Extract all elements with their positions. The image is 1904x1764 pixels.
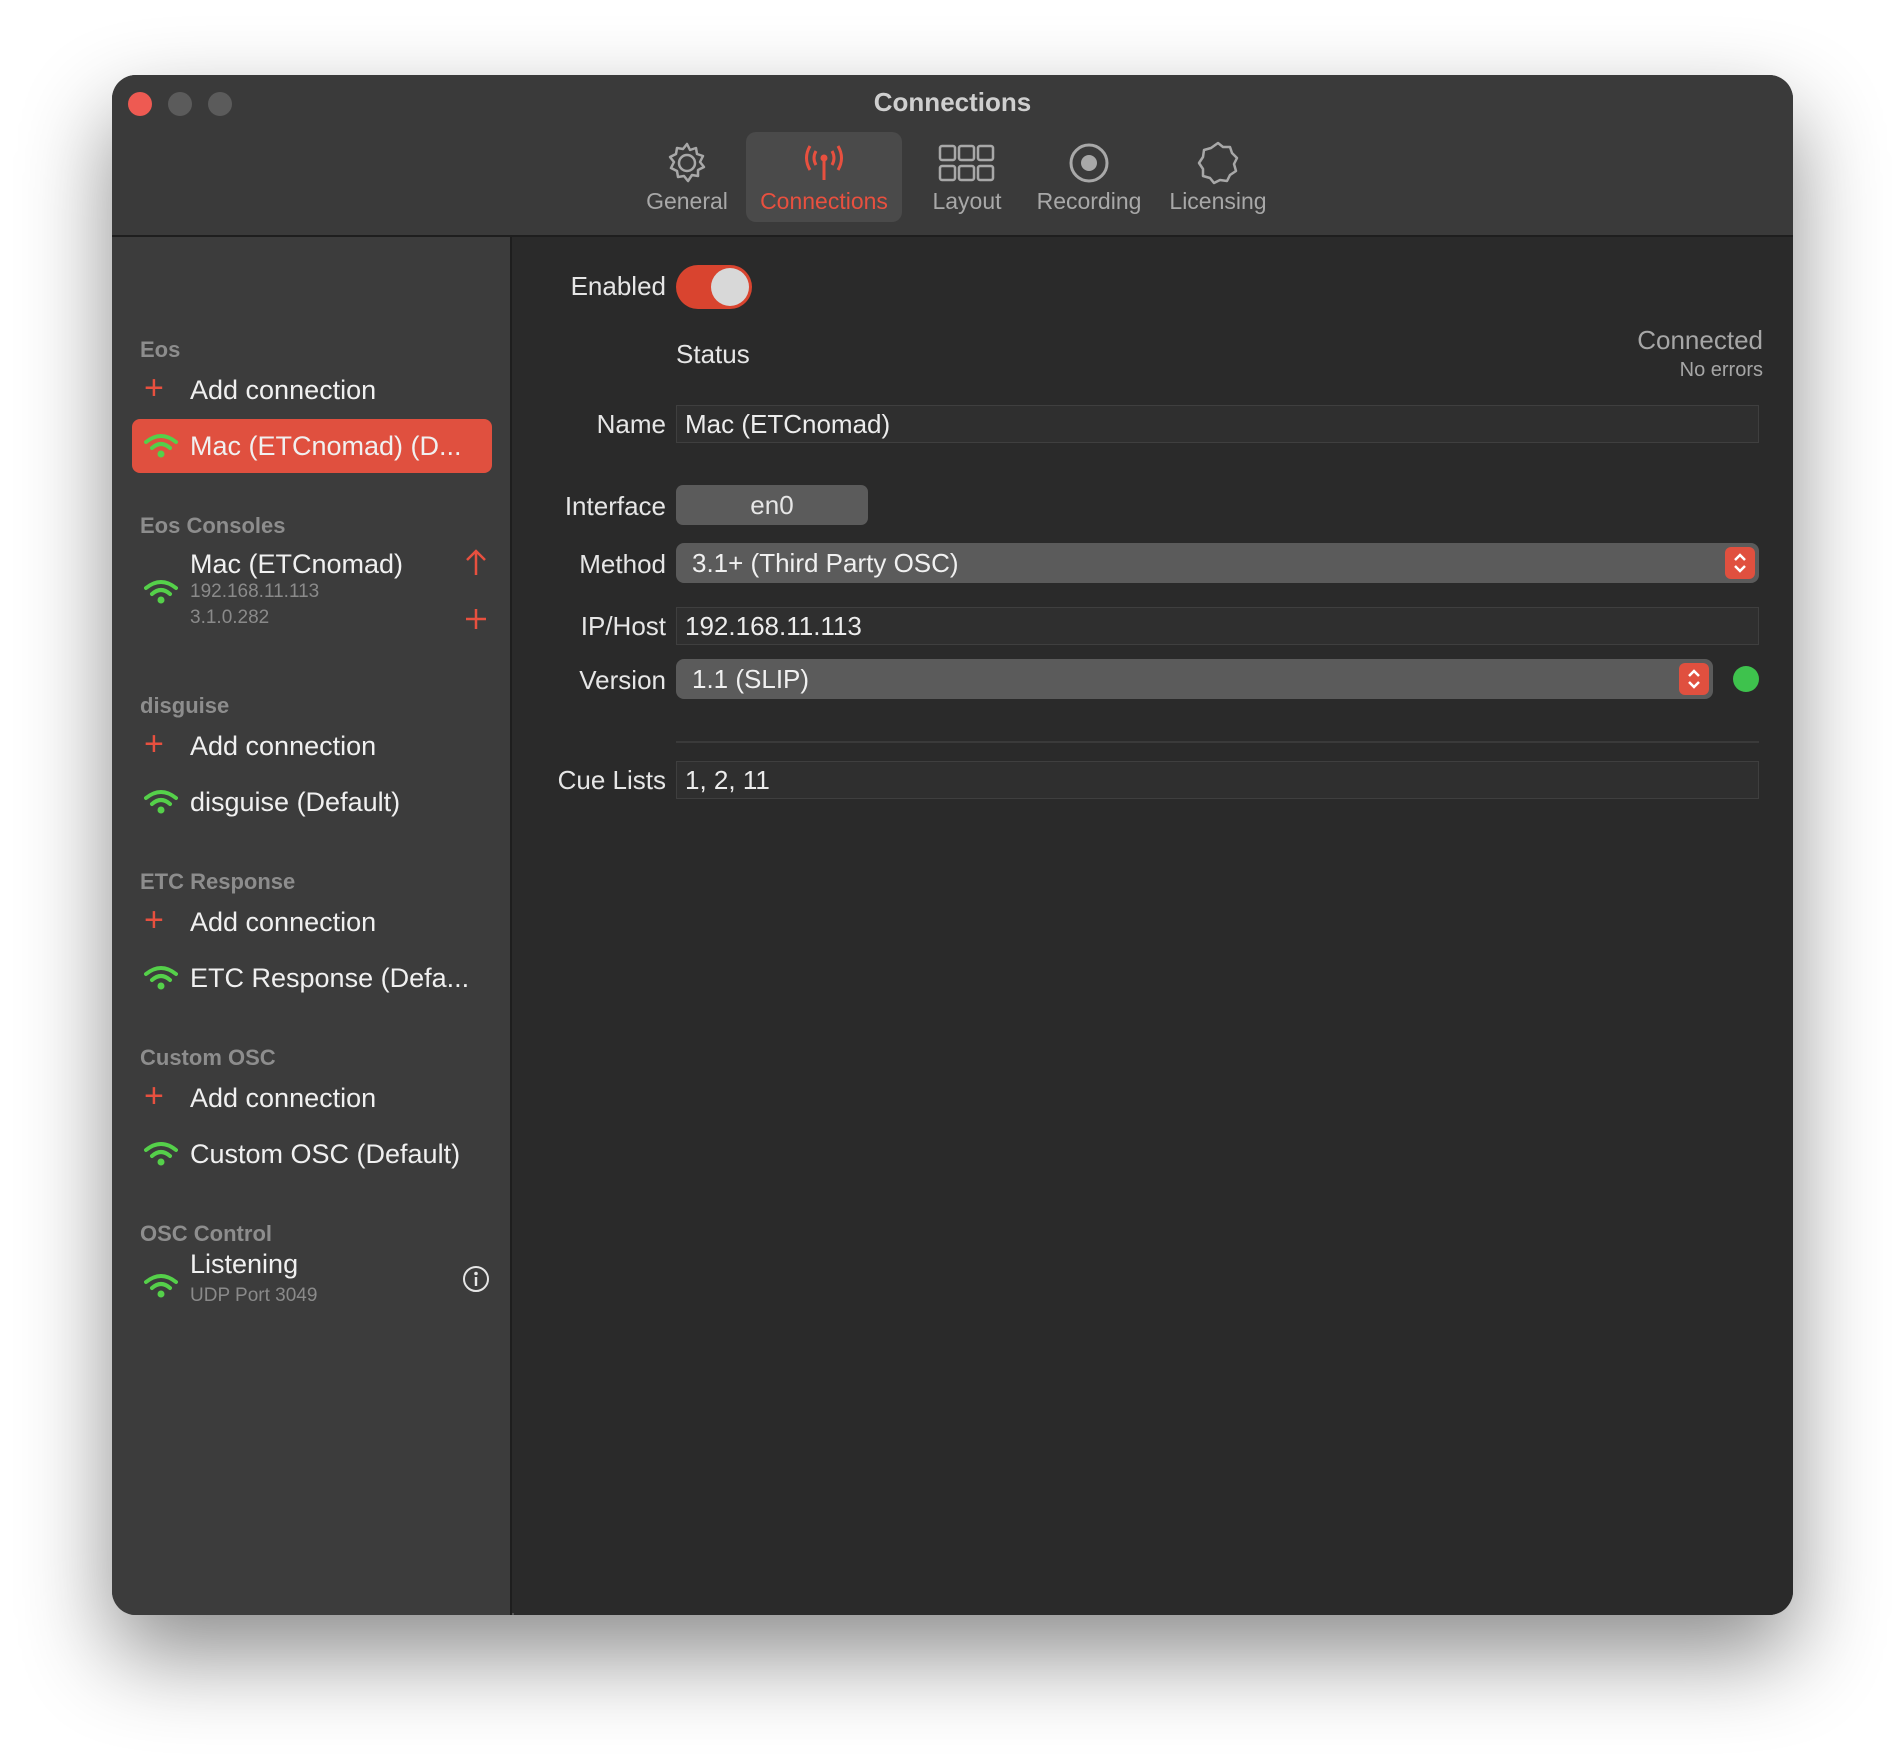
arrow-up-icon[interactable] xyxy=(464,547,488,577)
tab-label: Connections xyxy=(760,188,888,214)
console-name: Mac (ETCnomad) xyxy=(190,549,404,579)
wifi-icon xyxy=(144,434,178,458)
section-title-eos-consoles: Eos Consoles xyxy=(140,513,286,538)
enabled-toggle[interactable] xyxy=(676,265,752,309)
plus-icon: + xyxy=(144,369,164,407)
antenna-icon xyxy=(805,145,843,180)
wifi-icon xyxy=(144,580,178,604)
interface-label: Interface xyxy=(564,491,666,521)
add-connection-label: Add connection xyxy=(190,731,377,761)
plus-icon: + xyxy=(144,901,164,939)
sidebar-item-label: disguise (Default) xyxy=(190,787,401,817)
record-icon xyxy=(1069,143,1109,183)
sidebar-item-eos-connection[interactable]: Mac (ETCnomad) (D... xyxy=(132,419,492,473)
method-value: 3.1+ (Third Party OSC) xyxy=(692,548,959,578)
info-icon[interactable] xyxy=(462,1265,490,1293)
grid-icon xyxy=(938,144,995,182)
add-etc-response-connection-button[interactable]: + Add connection xyxy=(132,895,492,949)
wifi-icon xyxy=(144,1142,178,1166)
gear-icon xyxy=(668,142,706,183)
preferences-window: Connections General Connections Layout R… xyxy=(112,75,1793,1615)
version-status-dot xyxy=(1733,666,1759,692)
method-select[interactable]: 3.1+ (Third Party OSC) xyxy=(676,543,1759,583)
window-title: Connections xyxy=(873,87,1032,117)
add-disguise-connection-button[interactable]: + Add connection xyxy=(132,719,492,773)
sidebar-item-label: Custom OSC (Default) xyxy=(190,1139,461,1169)
name-label: Name xyxy=(596,409,666,439)
add-connection-label: Add connection xyxy=(190,907,377,937)
sidebar-item-label: ETC Response (Defa... xyxy=(190,963,470,993)
tab-label: General xyxy=(646,188,728,214)
tab-layout[interactable]: Layout xyxy=(912,132,1022,222)
iphost-label: IP/Host xyxy=(580,611,666,641)
add-connection-label: Add connection xyxy=(190,375,377,405)
name-field[interactable]: Mac (ETCnomad) xyxy=(676,405,1759,443)
osc-control-port: UDP Port 3049 xyxy=(190,1285,318,1306)
section-title-custom-osc: Custom OSC xyxy=(140,1045,276,1070)
cuelists-label: Cue Lists xyxy=(557,765,666,795)
tab-label: Licensing xyxy=(1169,188,1267,214)
tab-connections[interactable]: Connections xyxy=(746,132,902,222)
method-label: Method xyxy=(579,549,666,579)
plus-icon: + xyxy=(144,725,164,763)
toggle-knob xyxy=(711,268,749,306)
iphost-field[interactable]: 192.168.11.113 xyxy=(676,607,1759,645)
titlebar: Connections General Connections Layout R… xyxy=(112,75,1793,237)
status-label: Status xyxy=(676,339,750,369)
status-sub: No errors xyxy=(1679,359,1763,381)
tab-recording[interactable]: Recording xyxy=(1024,132,1154,222)
divider xyxy=(676,741,1759,743)
add-custom-osc-connection-button[interactable]: + Add connection xyxy=(132,1071,492,1125)
sidebar-item-label: Mac (ETCnomad) (D... xyxy=(190,431,462,461)
chevron-up-down-icon xyxy=(1679,663,1709,695)
chevron-up-down-icon xyxy=(1725,547,1755,579)
section-title-disguise: disguise xyxy=(140,693,230,718)
version-label: Version xyxy=(579,665,666,695)
tab-licensing[interactable]: Licensing xyxy=(1158,132,1278,222)
enabled-label: Enabled xyxy=(570,271,666,301)
console-version: 3.1.0.282 xyxy=(190,607,270,628)
connections-sidebar: Eos + Add connection Mac (ETCnomad) (D..… xyxy=(112,237,512,1615)
badge-icon xyxy=(1197,141,1239,185)
sidebar-item-eos-console[interactable]: Mac (ETCnomad) 192.168.11.113 3.1.0.282 xyxy=(132,547,492,639)
sidebar-item-etc-response[interactable]: ETC Response (Defa... xyxy=(132,951,492,1005)
plus-icon: + xyxy=(144,1077,164,1115)
section-title-etc-response: ETC Response xyxy=(140,869,296,894)
sidebar-item-osc-control[interactable]: Listening UDP Port 3049 xyxy=(132,1249,492,1313)
version-value: 1.1 (SLIP) xyxy=(692,664,810,694)
tab-general[interactable]: General xyxy=(642,132,732,222)
add-console-icon[interactable] xyxy=(464,607,488,631)
cuelists-field[interactable]: 1, 2, 11 xyxy=(676,761,1759,799)
wifi-icon xyxy=(144,966,178,990)
sidebar-item-disguise[interactable]: disguise (Default) xyxy=(132,775,492,829)
osc-control-status: Listening xyxy=(190,1249,299,1279)
section-title-eos: Eos xyxy=(140,337,181,362)
tab-label: Layout xyxy=(932,188,1002,214)
wifi-icon xyxy=(144,790,178,814)
tab-label: Recording xyxy=(1036,188,1142,214)
interface-button[interactable]: en0 xyxy=(676,485,868,525)
add-connection-label: Add connection xyxy=(190,1083,377,1113)
add-eos-connection-button[interactable]: + Add connection xyxy=(132,363,492,417)
status-value: Connected xyxy=(1637,325,1763,355)
connection-detail-pane: Enabled Status Connected No errors Name … xyxy=(514,237,1793,1615)
section-title-osc-control: OSC Control xyxy=(140,1221,272,1246)
sidebar-item-custom-osc[interactable]: Custom OSC (Default) xyxy=(132,1127,492,1181)
version-select[interactable]: 1.1 (SLIP) xyxy=(676,659,1713,699)
wifi-icon xyxy=(144,1274,178,1298)
console-ip: 192.168.11.113 xyxy=(190,581,320,602)
